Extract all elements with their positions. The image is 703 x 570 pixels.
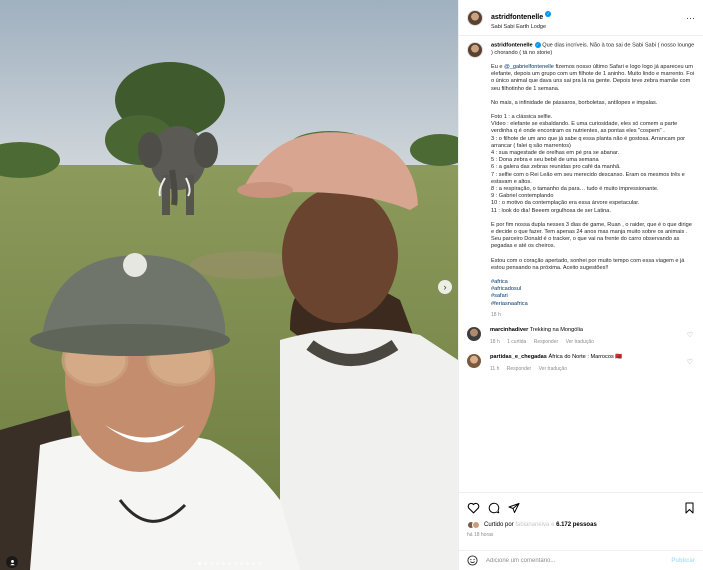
- comment-item: marcinhadiver Trekking na Mongólia 18 h …: [467, 326, 695, 346]
- carousel-dot: [221, 562, 225, 565]
- comment-reply-button[interactable]: Responder: [534, 339, 558, 345]
- post-photo[interactable]: ›: [0, 0, 458, 570]
- caption-list-item: 5 : Dona zebra e seu bebê de uma semana: [491, 157, 599, 164]
- post-actions: Curtido por fabiananeiva e 6.172 pessoas…: [459, 492, 703, 538]
- carousel-dot: [245, 562, 249, 565]
- caption-list-item: 11 : look do dia! Beeem orgulhosa de ser…: [491, 207, 611, 214]
- comment-reply-button[interactable]: Responder: [507, 366, 531, 372]
- heart-icon[interactable]: [467, 502, 480, 514]
- post-location[interactable]: Sabi Sabi Earth Lodge: [491, 24, 686, 31]
- hashtag-link[interactable]: #africadosul: [491, 286, 521, 292]
- verified-icon: ✓: [534, 42, 541, 48]
- share-icon[interactable]: [508, 502, 520, 514]
- caption-avatar[interactable]: [467, 42, 483, 58]
- likes-count[interactable]: 6.172 pessoas: [556, 522, 597, 528]
- comments-scroll-area[interactable]: astridfontenelle ✓ Que dias incríveis. Nã…: [459, 36, 703, 492]
- author-avatar[interactable]: [467, 9, 483, 26]
- post-age: há 18 horas: [467, 532, 494, 538]
- comment-time: 11 h: [490, 365, 500, 372]
- caption-username[interactable]: astridfontenelle: [491, 42, 533, 48]
- carousel-dot: [197, 562, 201, 565]
- next-slide-button[interactable]: ›: [438, 280, 452, 294]
- comment-avatar[interactable]: [467, 326, 481, 341]
- more-options-icon[interactable]: ···: [686, 13, 695, 23]
- hashtag-link[interactable]: #safari: [491, 293, 508, 299]
- caption: astridfontenelle ✓ Que dias incríveis. Nã…: [467, 42, 695, 319]
- comment-icon[interactable]: [488, 502, 500, 514]
- carousel-dot: [239, 562, 243, 565]
- caption-time: 18 h: [491, 311, 501, 318]
- caption-list-item: Foto 1 : a clássica selfie.: [491, 113, 553, 120]
- comment-item: partidas_e_chegadas África do Norte : Ma…: [467, 353, 695, 373]
- caption-text: Eu e: [491, 63, 505, 70]
- comment-username[interactable]: marcinhadiver: [490, 327, 528, 333]
- see-translation-button[interactable]: Ver tradução: [539, 366, 567, 372]
- comment-likes[interactable]: 1 curtida: [507, 339, 526, 345]
- add-comment-bar: Publicar: [459, 550, 703, 570]
- author-username[interactable]: astridfontenelle: [491, 14, 543, 21]
- publish-comment-button[interactable]: Publicar: [671, 558, 695, 564]
- carousel-dot: [209, 562, 213, 565]
- carousel-dot: [227, 562, 231, 565]
- likes-summary: Curtido por fabiananeiva e 6.172 pessoas: [467, 521, 695, 529]
- post-header: astridfontenelle ✓ Sabi Sabi Earth Lodge …: [459, 0, 703, 36]
- verified-icon: ✓: [545, 11, 552, 18]
- comment-like-icon[interactable]: ♡: [687, 331, 693, 339]
- mention-link[interactable]: @_gabrielfontenelle: [504, 64, 554, 70]
- comment-time: 18 h: [490, 338, 500, 345]
- caption-paragraph: No mais, a infinidade de pássaros, borbo…: [491, 99, 658, 106]
- carousel-dot: [215, 562, 219, 565]
- safari-selfie-image: [0, 0, 458, 570]
- caption-list-item: 8 : a respiração, o tamanho da para… tud…: [491, 185, 659, 192]
- comment-text: Trekking na Mongólia: [529, 326, 583, 333]
- caption-list-item: 10 : o motivo da contemplação era essa á…: [491, 200, 640, 207]
- caption-list-item: 7 : selfie com o Rei Leão em seu merecid…: [491, 171, 685, 185]
- caption-list-item: 6 : a galera das zebras reunidas pro caf…: [491, 164, 621, 171]
- liker-username[interactable]: fabiananeiva: [515, 522, 549, 528]
- see-translation-button[interactable]: Ver tradução: [566, 339, 594, 345]
- save-bookmark-icon[interactable]: [684, 502, 695, 514]
- caption-list-item: 3 : o filhote de um ano que já sabe q es…: [491, 135, 686, 149]
- liker-avatar: [472, 521, 480, 529]
- hashtag-link[interactable]: #africa: [491, 279, 508, 285]
- carousel-dot: [251, 562, 255, 565]
- caption-paragraph: E por fim nossa dupla nesses 3 dias de g…: [491, 221, 692, 250]
- comment-text: África do Norte : Marrocos 🇲🇦: [548, 353, 623, 360]
- liked-by-conjunction: e: [551, 522, 555, 528]
- carousel-dots: [0, 562, 458, 565]
- carousel-dot: [203, 562, 207, 565]
- post-side-panel: astridfontenelle ✓ Sabi Sabi Earth Lodge …: [458, 0, 703, 570]
- caption-list-item: Vídeo : elefante se esbaldando. E uma cu…: [491, 121, 678, 135]
- hashtag-link[interactable]: #feriasnaafrica: [491, 301, 528, 307]
- caption-paragraph: Estou com o coração apertado, sonhei por…: [491, 257, 685, 271]
- carousel-dot: [257, 562, 261, 565]
- comment-like-icon[interactable]: ♡: [687, 358, 693, 366]
- liked-by-label: Curtido por: [484, 522, 514, 528]
- caption-list: Foto 1 : a clássica selfie. Vídeo : elef…: [491, 114, 695, 215]
- emoji-icon[interactable]: [467, 555, 478, 566]
- comment-username[interactable]: partidas_e_chegadas: [490, 354, 547, 360]
- caption-list-item: 9 : Gabriel contemplando: [491, 193, 554, 200]
- comment-avatar[interactable]: [467, 353, 481, 368]
- add-comment-input[interactable]: [486, 557, 672, 564]
- caption-list-item: 4 : sua magestade de orelhas em pé pra s…: [491, 149, 620, 156]
- carousel-dot: [233, 562, 237, 565]
